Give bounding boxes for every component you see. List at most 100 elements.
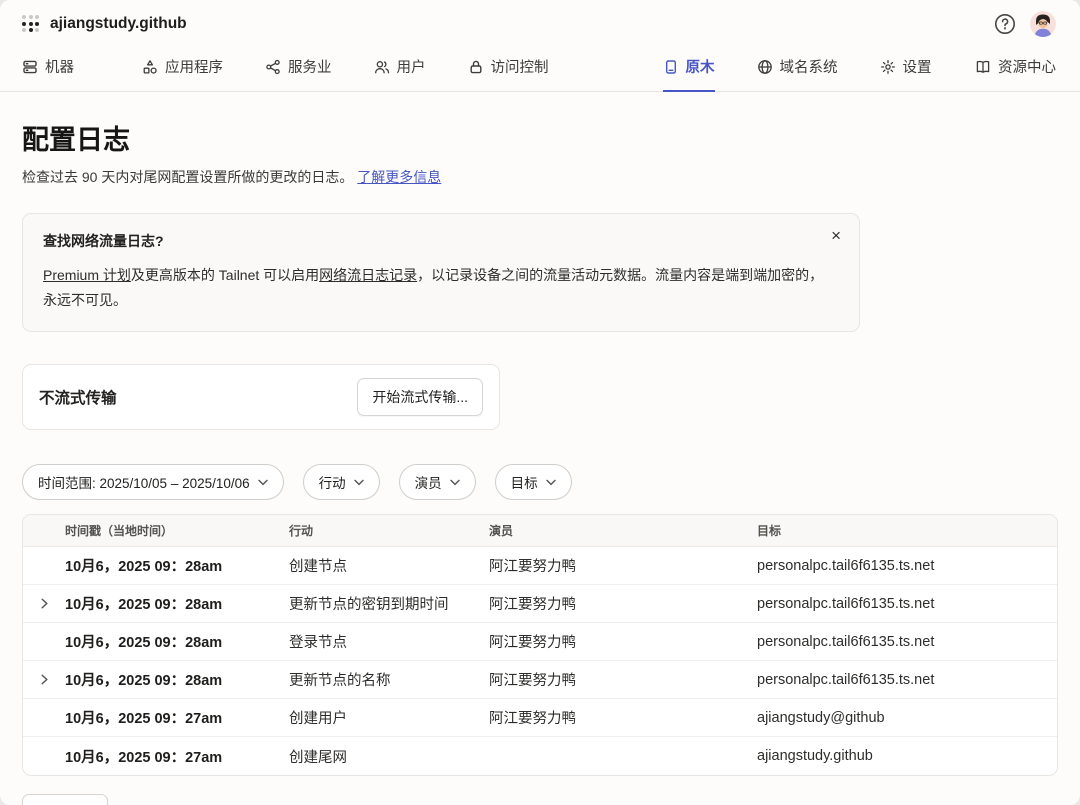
action-filter[interactable]: 行动 (303, 464, 380, 500)
globe-icon (757, 59, 773, 75)
cell-timestamp: 10月6，2025 09：28am (65, 669, 289, 690)
page-title: 配置日志 (22, 118, 1058, 157)
nav-tab-services[interactable]: 服务业 (265, 56, 332, 92)
time-range-filter-label: 时间范围: 2025/10/05 – 2025/10/06 (38, 472, 250, 492)
target-filter[interactable]: 目标 (495, 464, 572, 500)
network-flow-logging-link[interactable]: 网络流日志记录 (319, 267, 417, 283)
top-bar: ajiangstudy.github (0, 0, 1080, 40)
services-icon (265, 59, 281, 75)
help-icon[interactable] (994, 13, 1016, 35)
avatar[interactable] (1030, 11, 1056, 37)
nav-label: 设置 (903, 56, 932, 77)
gear-icon (880, 59, 896, 75)
target-filter-label: 目标 (511, 472, 538, 492)
nav-tab-settings[interactable]: 设置 (880, 56, 932, 92)
cell-target: personalpc.tail6f6135.ts.net (757, 672, 1057, 688)
nav-label: 机器 (45, 56, 74, 77)
table-row: 10月6，2025 09：28am 创建节点 阿江要努力鸭 personalpc… (23, 547, 1057, 585)
chevron-down-icon (354, 479, 364, 486)
cell-action: 更新节点的名称 (289, 669, 489, 690)
cell-timestamp: 10月6，2025 09：28am (65, 555, 289, 576)
expand-row-chevron-icon[interactable] (41, 598, 48, 609)
table-row: 10月6，2025 09：27am 创建用户 阿江要努力鸭 ajiangstud… (23, 699, 1057, 737)
nav-label: 原木 (686, 56, 715, 77)
users-icon (374, 59, 390, 75)
export-logs-button[interactable]: 导出日志 (22, 794, 108, 805)
cell-action: 更新节点的密钥到期时间 (289, 593, 489, 614)
cell-actor: 阿江要努力鸭 (489, 555, 757, 576)
cell-action: 创建节点 (289, 555, 489, 576)
nav-label: 服务业 (288, 56, 332, 77)
cell-action: 创建尾网 (289, 746, 489, 767)
table-row: 10月6，2025 09：27am 创建尾网 ajiangstudy.githu… (23, 737, 1057, 775)
cell-timestamp: 10月6，2025 09：27am (65, 707, 289, 728)
log-filters: 时间范围: 2025/10/05 – 2025/10/06 行动 演员 目标 (22, 464, 1058, 500)
cell-actor: 阿江要努力鸭 (489, 669, 757, 690)
nav-tab-access-controls[interactable]: 访问控制 (468, 56, 549, 92)
page-description: 检查过去 90 天内对尾网配置设置所做的更改的日志。 了解更多信息 (22, 167, 1058, 187)
column-header-actor: 演员 (489, 522, 757, 539)
table-row: 10月6，2025 09：28am 登录节点 阿江要努力鸭 personalpc… (23, 623, 1057, 661)
open-book-icon (975, 59, 991, 75)
cell-timestamp: 10月6，2025 09：28am (65, 631, 289, 652)
nav-tab-resource-center[interactable]: 资源中心 (975, 56, 1056, 92)
premium-plan-link[interactable]: Premium 计划 (43, 267, 131, 283)
streaming-status: 不流式传输 (39, 386, 117, 408)
tailscale-logo-icon (22, 15, 40, 33)
cell-action: 登录节点 (289, 631, 489, 652)
topbar-actions (994, 11, 1056, 37)
expand-row-chevron-icon[interactable] (41, 674, 48, 685)
org-name[interactable]: ajiangstudy.github (50, 15, 187, 33)
nav-label: 应用程序 (165, 56, 223, 77)
cell-action: 创建用户 (289, 707, 489, 728)
column-header-action: 行动 (289, 522, 489, 539)
logs-icon (663, 59, 679, 75)
table-row: 10月6，2025 09：28am 更新节点的密钥到期时间 阿江要努力鸭 per… (23, 585, 1057, 623)
cell-timestamp: 10月6，2025 09：27am (65, 746, 289, 767)
config-log-table: 时间戳（当地时间） 行动 演员 目标 10月6，2025 09：28am 创建节… (22, 514, 1058, 776)
nav-label: 资源中心 (998, 56, 1056, 77)
learn-more-link[interactable]: 了解更多信息 (357, 169, 441, 185)
cell-actor: 阿江要努力鸭 (489, 593, 757, 614)
cell-target: personalpc.tail6f6135.ts.net (757, 596, 1057, 612)
cell-target: ajiangstudy@github (757, 710, 1057, 726)
nav-tab-apps[interactable]: 应用程序 (142, 56, 223, 92)
cell-target: ajiangstudy.github (757, 748, 1057, 764)
page-description-text: 检查过去 90 天内对尾网配置设置所做的更改的日志。 (22, 169, 353, 185)
nav-tab-users[interactable]: 用户 (374, 56, 426, 92)
chevron-down-icon (258, 479, 268, 486)
nav-tab-machines[interactable]: 机器 (22, 56, 74, 92)
admin-console-window: ajiangstudy.github (0, 0, 1080, 805)
column-header-timestamp: 时间戳（当地时间） (65, 522, 289, 539)
nav-tab-dns[interactable]: 域名系统 (757, 56, 838, 92)
main-nav: 机器 应用程序 服务业 用户 访问控制 (0, 40, 1080, 92)
actor-filter[interactable]: 演员 (399, 464, 476, 500)
table-row: 10月6，2025 09：28am 更新节点的名称 阿江要努力鸭 persona… (23, 661, 1057, 699)
table-header: 时间戳（当地时间） 行动 演员 目标 (23, 515, 1057, 547)
banner-body: Premium 计划及更高版本的 Tailnet 可以启用网络流日志记录，以记录… (43, 263, 829, 313)
lock-icon (468, 59, 484, 75)
chevron-down-icon (546, 479, 556, 486)
cell-actor: 阿江要努力鸭 (489, 707, 757, 728)
actor-filter-label: 演员 (415, 472, 442, 492)
chevron-down-icon (450, 479, 460, 486)
nav-label: 用户 (397, 56, 426, 77)
nav-label: 访问控制 (491, 56, 549, 77)
cell-timestamp: 10月6，2025 09：28am (65, 593, 289, 614)
column-header-target: 目标 (757, 522, 1057, 539)
nav-tab-logs[interactable]: 原木 (663, 56, 715, 92)
apps-icon (142, 59, 158, 75)
banner-text-1: 及更高版本的 Tailnet 可以启用 (131, 267, 319, 283)
main-content: 配置日志 检查过去 90 天内对尾网配置设置所做的更改的日志。 了解更多信息 查… (0, 92, 1080, 805)
machines-icon (22, 59, 38, 75)
action-filter-label: 行动 (319, 472, 346, 492)
cell-target: personalpc.tail6f6135.ts.net (757, 558, 1057, 574)
start-streaming-button[interactable]: 开始流式传输... (357, 378, 483, 416)
cell-target: personalpc.tail6f6135.ts.net (757, 634, 1057, 650)
close-icon[interactable]: × (831, 227, 841, 244)
banner-title: 查找网络流量日志? (43, 231, 839, 251)
time-range-filter[interactable]: 时间范围: 2025/10/05 – 2025/10/06 (22, 464, 284, 500)
streaming-status-card: 不流式传输 开始流式传输... (22, 364, 500, 430)
nav-label: 域名系统 (780, 56, 838, 77)
cell-actor: 阿江要努力鸭 (489, 631, 757, 652)
